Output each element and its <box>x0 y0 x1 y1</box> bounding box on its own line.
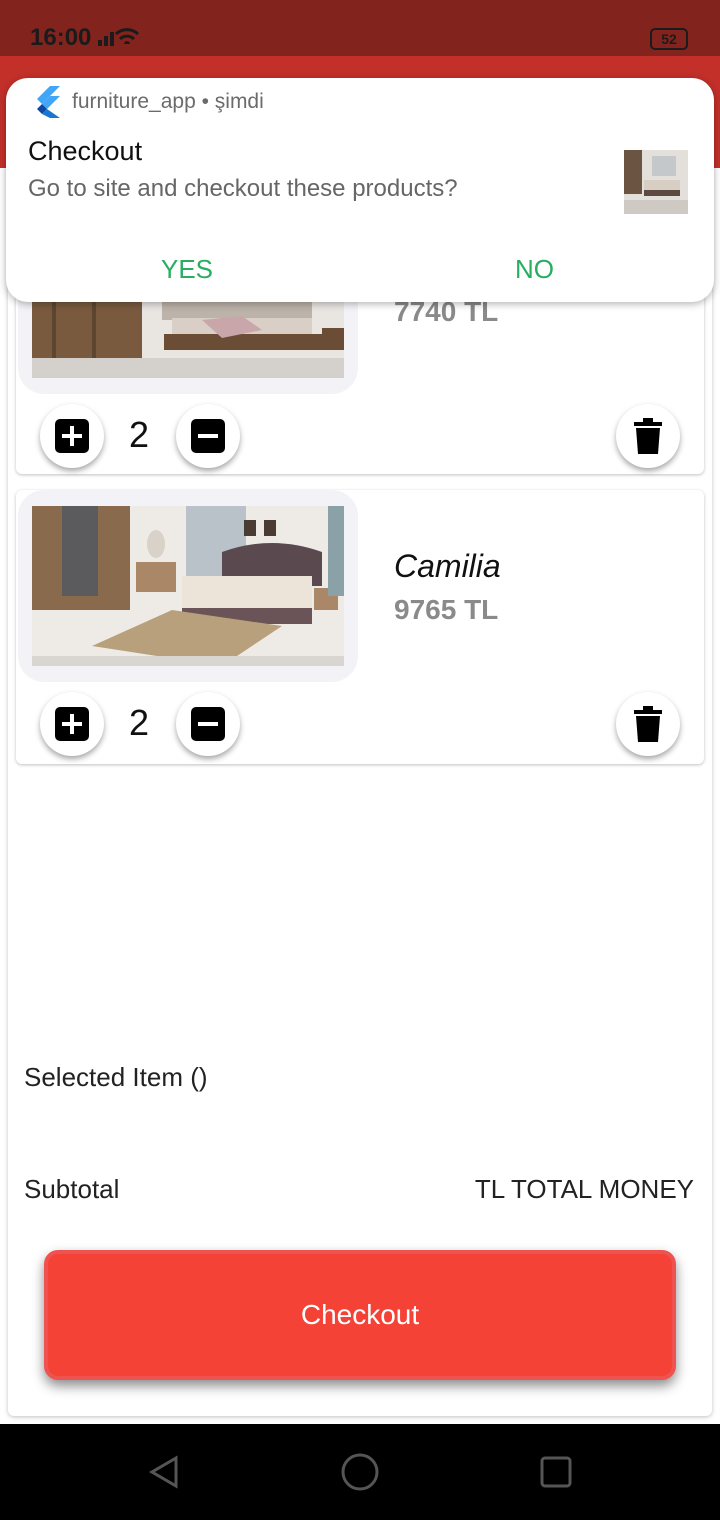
increase-quantity-button[interactable] <box>40 404 104 468</box>
product-price: 9765 TL <box>394 594 499 625</box>
cart-item-card: Camilia 9765 TL 2 <box>16 490 704 764</box>
minus-icon <box>191 419 225 453</box>
plus-icon <box>55 707 89 741</box>
recent-apps-icon[interactable] <box>538 1454 574 1495</box>
notification-no-button[interactable]: NO <box>515 254 554 285</box>
notification-title: Checkout <box>28 136 143 166</box>
signal-icon <box>96 26 156 55</box>
home-icon[interactable] <box>340 1452 380 1497</box>
product-name: Camilia <box>394 548 501 584</box>
notification-body: Go to site and checkout these products? <box>28 175 458 202</box>
decrease-quantity-button[interactable] <box>176 404 240 468</box>
cart-item-card: 7740 TL 2 <box>16 280 704 474</box>
checkout-button[interactable]: Checkout <box>44 1250 676 1380</box>
notification-yes-button[interactable]: YES <box>161 254 213 285</box>
notification-image <box>624 150 688 214</box>
quantity-value: 2 <box>128 702 150 743</box>
quantity-value: 2 <box>128 414 150 455</box>
status-bar: 16:00 52 <box>0 0 720 56</box>
delete-item-button[interactable] <box>616 692 680 756</box>
plus-icon <box>55 419 89 453</box>
subtotal-label: Subtotal <box>24 1174 120 1204</box>
minus-icon <box>191 707 225 741</box>
selected-items-label: Selected Item () <box>24 1062 208 1092</box>
checkout-notification[interactable]: furniture_app • şimdi Checkout Go to sit… <box>6 78 714 302</box>
product-image[interactable] <box>32 506 344 666</box>
increase-quantity-button[interactable] <box>40 692 104 756</box>
flutter-app-icon <box>32 86 60 123</box>
back-icon[interactable] <box>146 1454 182 1495</box>
subtotal-value: TL TOTAL MONEY <box>474 1174 694 1204</box>
product-image-frame <box>18 490 358 682</box>
delete-item-button[interactable] <box>616 404 680 468</box>
system-navigation-bar <box>0 1424 720 1520</box>
notification-app-name: furniture_app • şimdi <box>72 90 264 113</box>
status-time: 16:00 <box>30 24 92 51</box>
trash-icon <box>634 418 662 459</box>
decrease-quantity-button[interactable] <box>176 692 240 756</box>
battery-icon: 52 <box>650 28 688 50</box>
trash-icon <box>634 706 662 747</box>
